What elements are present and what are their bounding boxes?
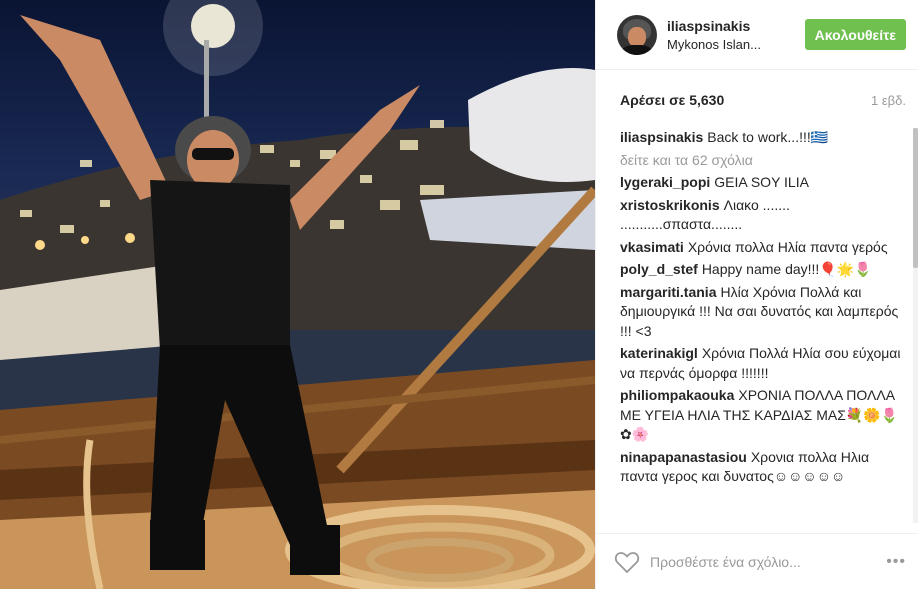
- list-item: xristoskrikonis Λιακο ....... ...........…: [620, 196, 904, 235]
- more-options-icon[interactable]: •••: [886, 553, 906, 571]
- list-item: katerinakigl Χρόνια Πολλά Ηλία σου εύχομα…: [620, 344, 904, 383]
- scrollbar-thumb[interactable]: [913, 128, 918, 268]
- likes-count[interactable]: Αρέσει σε 5,630: [620, 92, 724, 108]
- comment-username[interactable]: philiompakaouka: [620, 387, 734, 403]
- view-all-comments-link[interactable]: δείτε και τα 62 σχόλια: [620, 151, 904, 171]
- comment-username[interactable]: katerinakigl: [620, 345, 698, 361]
- comment-text: Χρόνια πολλα Ηλία παντα γερός: [687, 238, 888, 255]
- comment-username[interactable]: vkasimati: [620, 239, 684, 255]
- comment-text: Happy name day!!!🎈🌟🌷: [701, 261, 872, 277]
- post-photo[interactable]: [0, 0, 595, 589]
- list-item: lygeraki_popi GEIA SOY ILIA: [620, 173, 904, 193]
- header-location[interactable]: Mykonos Islan...: [667, 37, 805, 52]
- comment-username[interactable]: ninapapanastasiou: [620, 449, 747, 465]
- following-button[interactable]: Ακολουθείτε: [804, 19, 906, 50]
- instagram-post: iliaspsinakis Mykonos Islan... Ακολουθεί…: [0, 0, 918, 589]
- comments-list: iliaspsinakis Back to work...!!!🇬🇷 δείτε …: [596, 128, 918, 524]
- add-comment-input[interactable]: [650, 553, 887, 570]
- likes-row: Αρέσει σε 5,630 1 εβδ.: [596, 70, 918, 130]
- comment-username[interactable]: margariti.tania: [620, 284, 716, 300]
- list-item: poly_d_stef Happy name day!!!🎈🌟🌷: [620, 260, 904, 280]
- comment-text: Back to work...!!!🇬🇷: [707, 129, 829, 145]
- comment-username[interactable]: xristoskrikonis: [620, 197, 720, 213]
- post-header: iliaspsinakis Mykonos Islan... Ακολουθεί…: [596, 0, 918, 70]
- list-item: vkasimati Χρόνια πολλα Ηλία παντα γερός: [620, 238, 904, 258]
- header-username[interactable]: iliaspsinakis: [667, 18, 805, 34]
- heart-icon[interactable]: [614, 550, 640, 574]
- list-item: ninapapanastasiou Χρονια πολλα Ηλια παντα…: [620, 448, 904, 487]
- comment-username[interactable]: lygeraki_popi: [620, 174, 710, 190]
- comment-text: GEIA SOY ILIA: [714, 174, 809, 190]
- comment-username[interactable]: poly_d_stef: [620, 261, 698, 277]
- post-photo-illustration: [0, 0, 595, 589]
- list-item: philiompakaouka ΧΡΟΝΙΑ ΠΟΛΛΑ ΠΟΛΛΑ ΜΕ ΥΓΕ…: [620, 386, 904, 445]
- list-item: margariti.tania Ηλία Χρόνια Πολλά και δημ…: [620, 283, 904, 342]
- comments-scrollbar[interactable]: [913, 128, 918, 523]
- comment-footer: •••: [596, 533, 918, 589]
- avatar[interactable]: [617, 14, 657, 55]
- header-info: iliaspsinakis Mykonos Islan...: [667, 18, 805, 52]
- post-time[interactable]: 1 εβδ.: [871, 93, 906, 108]
- comment-username[interactable]: iliaspsinakis: [620, 129, 703, 145]
- caption: iliaspsinakis Back to work...!!!🇬🇷: [620, 128, 904, 148]
- post-sidebar: iliaspsinakis Mykonos Islan... Ακολουθεί…: [595, 0, 918, 589]
